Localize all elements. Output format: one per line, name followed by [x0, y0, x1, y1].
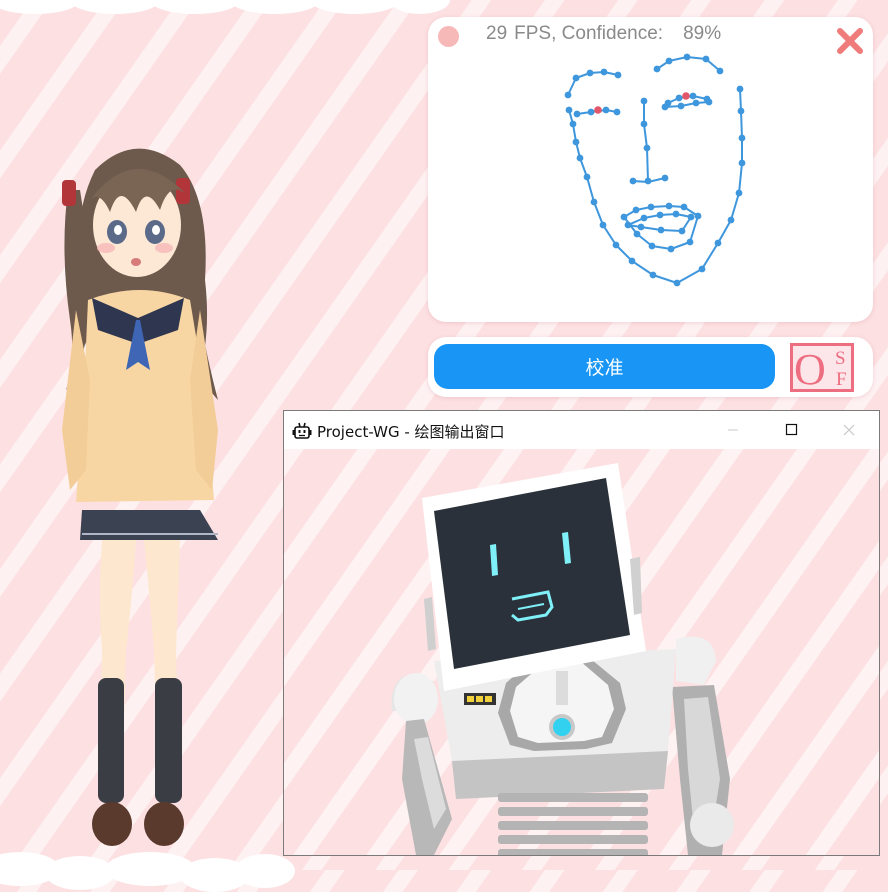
cloud-border-top	[0, 0, 888, 14]
window-close-icon	[843, 424, 855, 436]
fps-value: 29	[486, 23, 508, 44]
fps-confidence-readout: 29 FPS, Confidence: 89%	[486, 23, 721, 45]
output-window[interactable]: Project-WG - 绘图输出窗口	[283, 410, 880, 856]
maximize-button[interactable]	[762, 411, 820, 449]
close-icon[interactable]	[835, 26, 865, 56]
minimize-button[interactable]	[704, 411, 762, 449]
tracking-status-dot	[438, 26, 459, 47]
render-canvas[interactable]	[284, 449, 879, 855]
logo-letter-o: O	[794, 345, 826, 392]
fps-confidence-label: FPS, Confidence:	[514, 23, 664, 44]
calibration-panel: 校准 O S F	[428, 337, 873, 397]
window-close-button[interactable]	[820, 411, 878, 449]
osf-logo: O S F	[790, 343, 854, 392]
logo-letter-s: S	[835, 348, 846, 369]
robot-app-icon	[292, 422, 312, 439]
robot-avatar-image	[391, 463, 734, 855]
anime-character-image	[62, 148, 218, 846]
maximize-icon	[785, 423, 798, 436]
face-tracking-panel: 29 FPS, Confidence: 89%	[428, 17, 873, 322]
minimize-icon	[728, 429, 738, 431]
window-titlebar[interactable]: Project-WG - 绘图输出窗口	[284, 411, 879, 449]
logo-letter-f: F	[836, 369, 847, 390]
confidence-value: 89%	[683, 23, 722, 44]
window-title: Project-WG - 绘图输出窗口	[317, 423, 505, 441]
face-landmark-mesh	[564, 53, 746, 287]
calibrate-button[interactable]: 校准	[434, 344, 775, 389]
